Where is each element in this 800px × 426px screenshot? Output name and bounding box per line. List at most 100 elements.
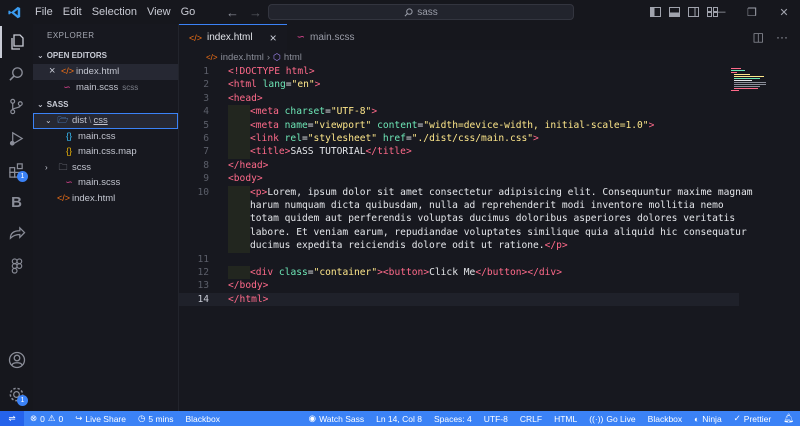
extensions-icon[interactable]: 1: [0, 154, 33, 186]
restore-icon[interactable]: ❐: [736, 6, 768, 19]
go-live-label: Go Live: [606, 413, 636, 424]
tree-file-index-html[interactable]: </> index.html: [33, 191, 178, 207]
back-arrow-icon[interactable]: ←: [226, 5, 239, 20]
code-line[interactable]: 10 <p>Lorem, ipsum dolor sit amet consect…: [179, 185, 753, 199]
line-number: 8: [203, 159, 209, 171]
menu-file[interactable]: File: [30, 0, 58, 24]
code-line[interactable]: 12 <div class="container"><button>Click M…: [179, 266, 739, 280]
code-line[interactable]: 8 </head>: [179, 159, 739, 172]
code-line[interactable]: 9 <body>: [179, 172, 739, 185]
language-status[interactable]: HTML: [548, 414, 583, 424]
go-live-status[interactable]: ((·)) Go Live: [583, 414, 641, 424]
code-text: <p>Lorem, ipsum dolor sit amet consectet…: [228, 185, 753, 199]
vertical-scrollbar[interactable]: [790, 64, 800, 411]
tab-main-scss[interactable]: ∽ main.scss: [287, 24, 365, 50]
blackbox-right-status[interactable]: Blackbox: [642, 414, 689, 424]
breadcrumb-file[interactable]: index.html: [221, 52, 264, 63]
code-text: totam quidem aut perferendis voluptas du…: [228, 212, 735, 226]
menu-selection[interactable]: Selection: [87, 0, 142, 24]
code-line[interactable]: 14 </html>: [179, 292, 739, 307]
code-line[interactable]: 11: [179, 253, 739, 266]
line-number: 7: [203, 146, 209, 158]
tree-file-main-css-map[interactable]: {} main.css.map: [33, 144, 178, 160]
code-line[interactable]: 3 <head>: [179, 92, 739, 105]
live-share-icon[interactable]: [0, 218, 33, 250]
menu-view[interactable]: View: [142, 0, 176, 24]
toggle-primary-sidebar-icon[interactable]: [650, 7, 661, 17]
tab-label: index.html: [207, 32, 253, 43]
code-editor[interactable]: 1 <!DOCTYPE html> 2 <html lang="en"> 3 <head>…: [179, 64, 800, 411]
tree-folder-dist-css[interactable]: ⌄ 🗁 dist \ css: [33, 113, 178, 129]
tree-file-main-scss[interactable]: ∽ main.scss: [33, 175, 178, 191]
bootstrap-icon[interactable]: B: [0, 186, 33, 218]
command-center-search[interactable]: sass: [268, 4, 574, 20]
code-line[interactable]: labore. Et veniam earum, repudiandae vol…: [179, 225, 747, 240]
indent-guide: [228, 118, 250, 132]
accounts-icon[interactable]: [0, 344, 33, 376]
manage-gear-icon[interactable]: 1: [0, 378, 33, 410]
title-bar: File Edit Selection View Go ← → sass — ❐…: [0, 0, 800, 24]
warning-icon: ⚠: [47, 413, 56, 423]
line-number: 1: [203, 66, 209, 77]
problems-status[interactable]: ⊗ 0 ⚠ 0: [24, 413, 69, 424]
watch-sass-status[interactable]: ◉ Watch Sass: [303, 413, 370, 424]
code-line[interactable]: 2 <html lang="en">: [179, 78, 739, 91]
live-share-status[interactable]: ↪ Live Share: [69, 413, 132, 424]
code-line[interactable]: 6 <link rel="stylesheet" href="./dist/css…: [179, 132, 739, 146]
open-editors-header[interactable]: ⌄ OPEN EDITORS: [33, 48, 178, 64]
folder-icon: 🗀: [58, 161, 68, 172]
breadcrumb-element[interactable]: html: [284, 52, 302, 63]
eol-status[interactable]: CRLF: [514, 414, 548, 424]
menu-edit[interactable]: Edit: [58, 0, 87, 24]
open-editor-main-scss[interactable]: ∽ main.scss scss: [33, 80, 178, 96]
project-header[interactable]: ⌄ SASS: [33, 97, 178, 113]
remote-indicator-icon[interactable]: ⇌: [0, 411, 24, 426]
close-icon[interactable]: ×: [49, 64, 61, 80]
notifications-bell-icon[interactable]: 🔔︎: [777, 413, 800, 424]
code-line[interactable]: ducimus expedita reiciendis dolore odit …: [179, 239, 739, 253]
code-line[interactable]: harum numquam dicta quibusdam, nulla ad …: [179, 199, 739, 213]
tab-label: main.scss: [310, 31, 355, 43]
line-number: 14: [197, 293, 209, 305]
more-actions-icon[interactable]: ···: [776, 30, 788, 44]
extensions-badge: 1: [17, 171, 28, 182]
close-tab-icon[interactable]: ×: [270, 31, 277, 45]
sass-file-icon: ∽: [65, 177, 73, 187]
code-token: </div>: [527, 267, 562, 278]
open-editor-index-html[interactable]: × </> index.html: [33, 64, 178, 80]
minimize-icon[interactable]: —: [704, 6, 736, 18]
forward-arrow-icon[interactable]: →: [249, 5, 262, 20]
indent-guide: [228, 185, 250, 199]
code-line[interactable]: totam quidem aut perferendis voluptas du…: [179, 212, 739, 226]
close-window-icon[interactable]: ✕: [768, 6, 800, 19]
explorer-icon[interactable]: [0, 26, 33, 58]
search-view-icon[interactable]: [0, 58, 33, 90]
code-line[interactable]: 13 </body>: [179, 279, 739, 292]
ninja-status[interactable]: ◐ Ninja: [688, 414, 728, 424]
toggle-panel-icon[interactable]: [669, 7, 680, 17]
run-debug-icon[interactable]: [0, 122, 33, 154]
time-label: 5 mins: [148, 413, 174, 424]
code-token: </html>: [228, 293, 269, 305]
blackbox-left-status[interactable]: Blackbox: [179, 414, 226, 424]
menu-go[interactable]: Go: [176, 0, 201, 24]
code-text: </html>: [228, 293, 268, 306]
time-status[interactable]: ◷ 5 mins: [132, 413, 179, 424]
cursor-position-status[interactable]: Ln 14, Col 8: [370, 414, 428, 424]
indentation-status[interactable]: Spaces: 4: [428, 414, 478, 424]
tab-index-html[interactable]: </> index.html ×: [179, 24, 287, 50]
code-line[interactable]: 5 <meta name="viewport" content="width=de…: [179, 118, 739, 132]
figma-icon[interactable]: [0, 250, 33, 282]
code-line[interactable]: 7 <title>SASS TUTORIAL</title>: [179, 145, 739, 159]
split-editor-icon[interactable]: ◫: [753, 30, 764, 44]
toggle-secondary-sidebar-icon[interactable]: [688, 7, 699, 17]
tree-file-main-css[interactable]: {} main.css: [33, 129, 178, 145]
line-number: 10: [197, 186, 209, 198]
prettier-status[interactable]: ✓ Prettier: [728, 413, 778, 424]
code-line[interactable]: 4 <meta charset="UTF-8">: [179, 105, 739, 119]
chevron-down-icon: ⌄: [37, 100, 44, 109]
code-line[interactable]: 1 <!DOCTYPE html>: [179, 65, 739, 78]
source-control-icon[interactable]: [0, 90, 33, 122]
tree-folder-scss[interactable]: › 🗀 scss: [33, 160, 178, 176]
encoding-status[interactable]: UTF-8: [478, 414, 514, 424]
